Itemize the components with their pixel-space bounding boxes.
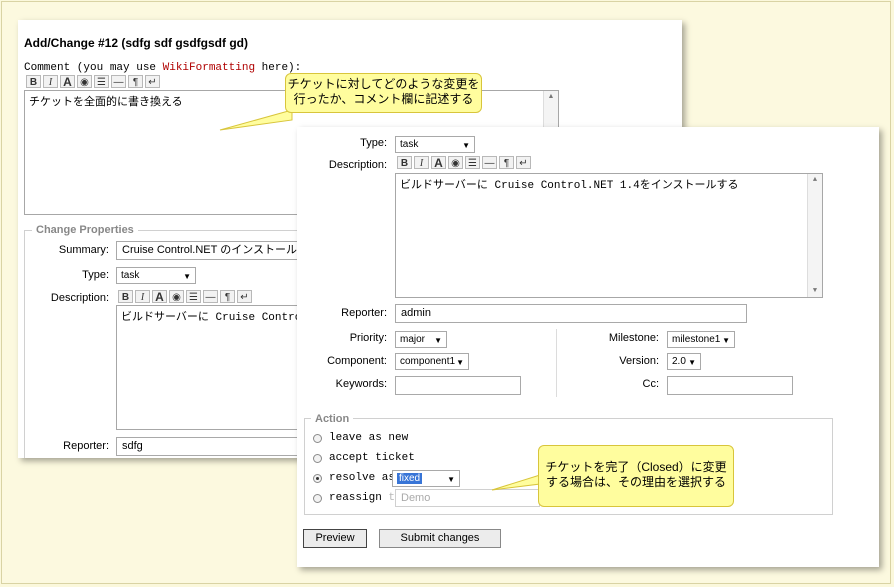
resolve-callout: チケットを完了（Closed）に変更 する場合は、その理由を選択する [538, 445, 734, 507]
comment-callout: チケットに対してどのような変更を 行ったか、コメント欄に記述する [285, 73, 482, 113]
comment-callout-pointer [219, 109, 293, 131]
resolve-callout-pointer [491, 474, 541, 491]
